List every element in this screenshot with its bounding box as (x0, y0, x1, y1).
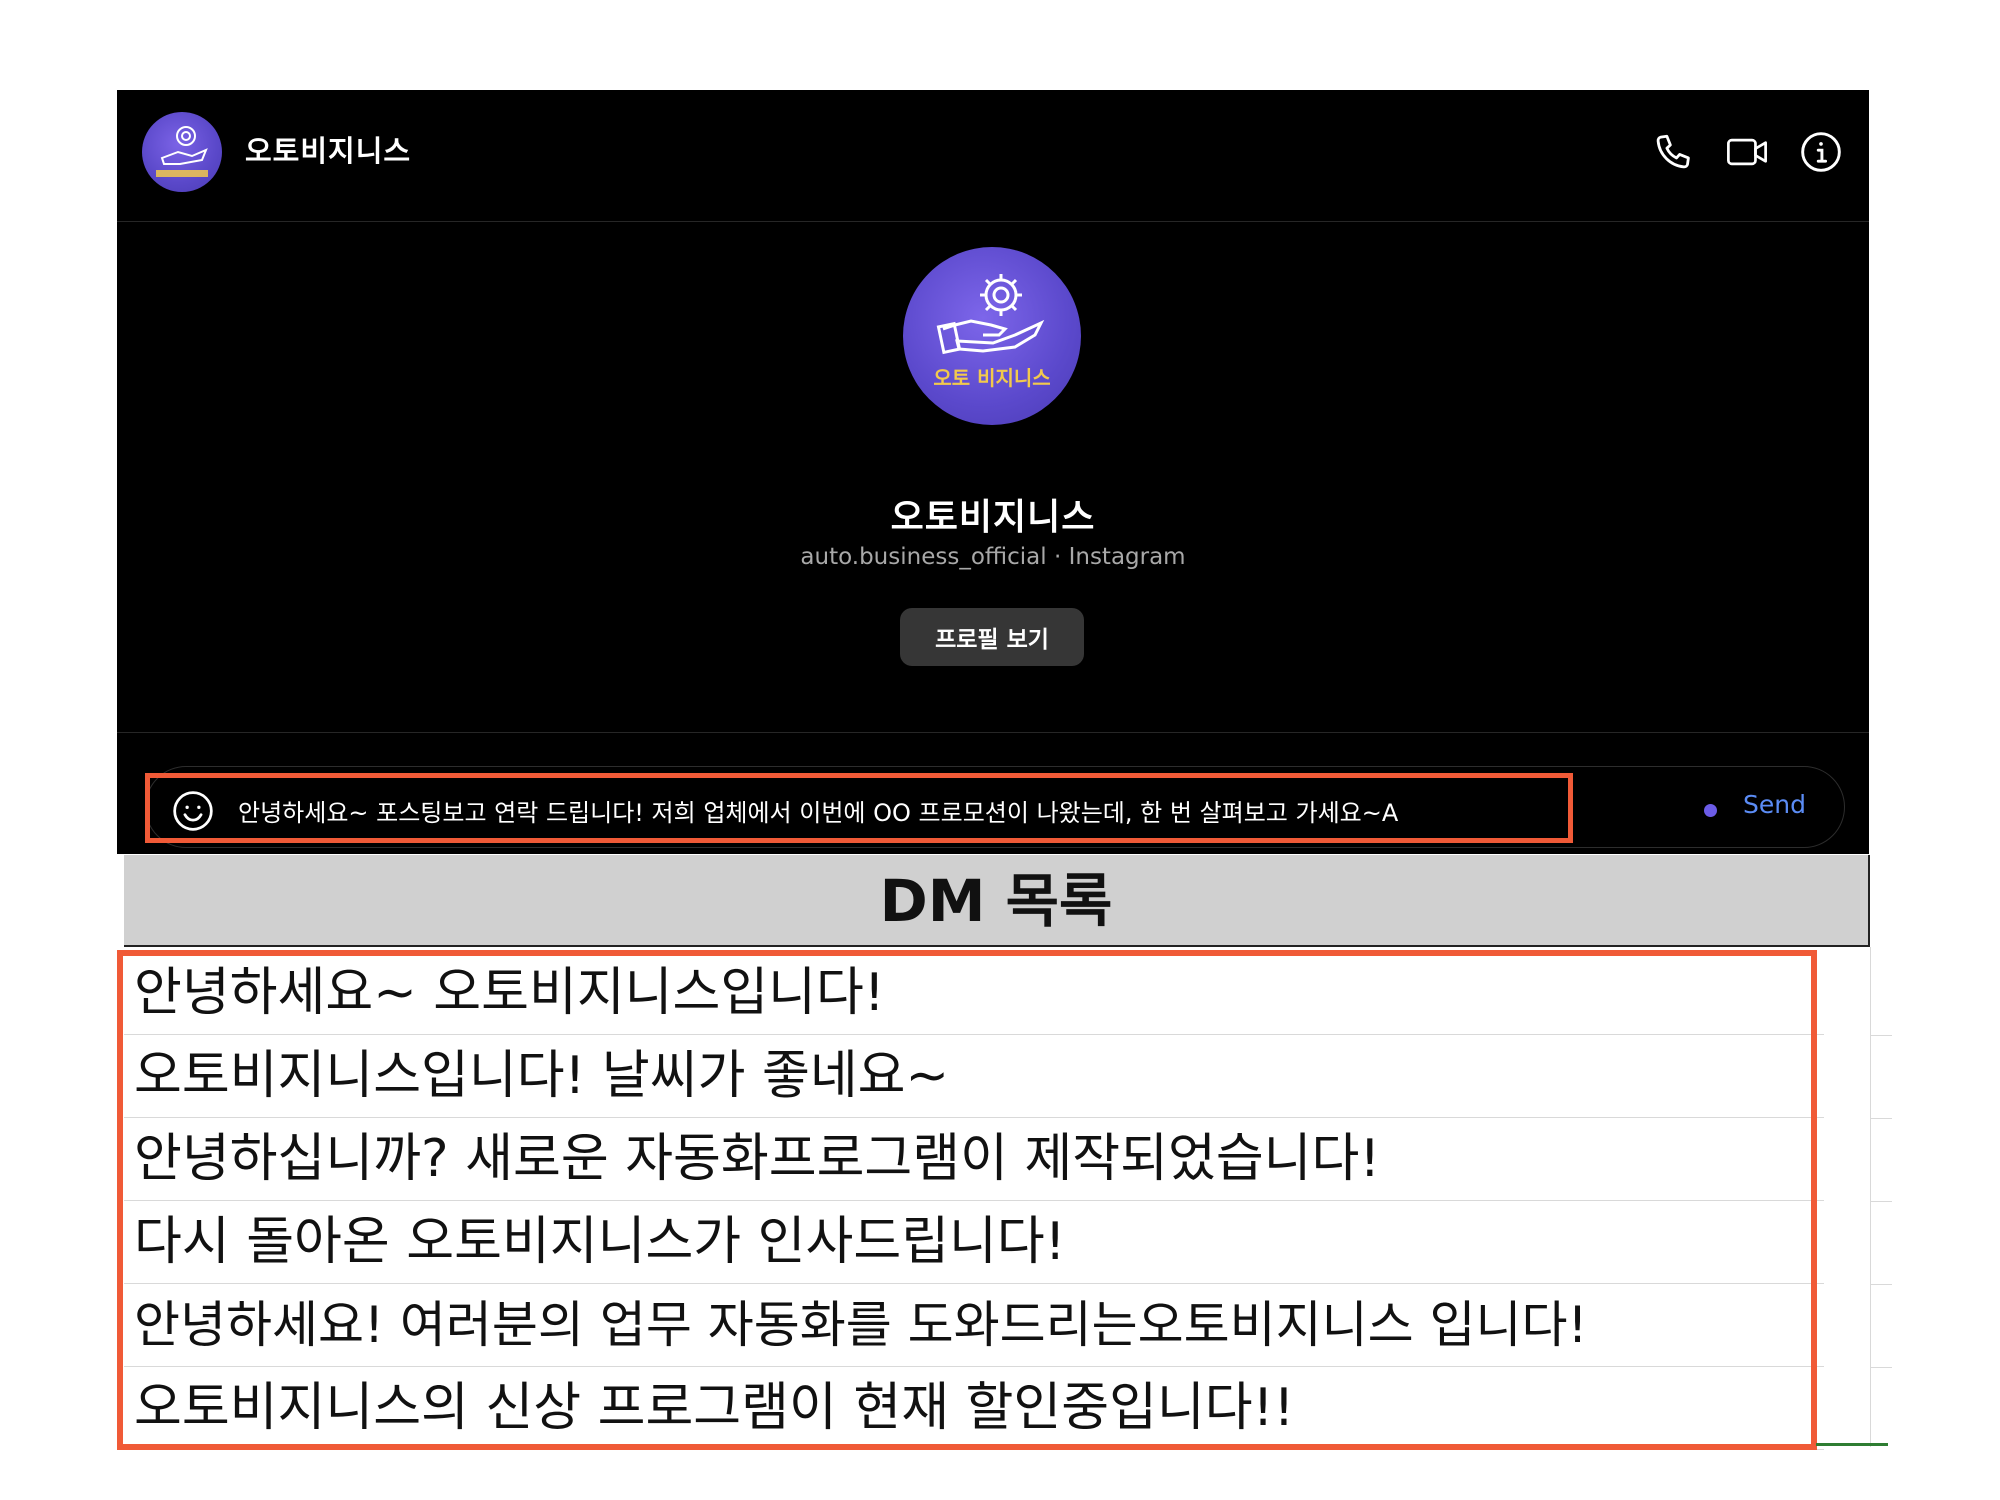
dm-list-item[interactable]: 오토비지니스의 신상 프로그램이 현재 할인중입니다!! (124, 1367, 1824, 1450)
info-icon[interactable] (1799, 130, 1843, 174)
grid-line (1870, 947, 1871, 1447)
grid-line (1870, 1035, 1892, 1036)
cell-selection-indicator (1816, 1443, 1888, 1446)
dm-list: 안녕하세요~ 오토비지니스입니다! 오토비지니스입니다! 날씨가 좋네요~ 안녕… (124, 952, 1824, 1450)
chat-window: 오토비지니스 오토 비지니스 오토비지니스 auto.business_offi… (117, 90, 1869, 854)
dm-list-title: DM 목록 (124, 855, 1870, 947)
profile-avatar[interactable]: 오토 비지니스 (903, 247, 1081, 425)
header-icons (1651, 130, 1843, 174)
grid-line (1870, 1284, 1892, 1285)
emoji-icon[interactable] (171, 789, 215, 833)
status-dot (1704, 804, 1717, 817)
dm-list-item[interactable]: 안녕하세요! 여러분의 업무 자동화를 도와드리는오토비지니스 입니다! (124, 1284, 1824, 1367)
grid-line (1870, 1118, 1892, 1119)
chat-header: 오토비지니스 (117, 90, 1869, 222)
profile-name: 오토비지니스 (890, 497, 1096, 538)
grid-line (1870, 1201, 1892, 1202)
view-profile-button[interactable]: 프로필 보기 (900, 608, 1084, 666)
profile-subtitle: auto.business_official · Instagram (800, 544, 1186, 570)
grid-line (1870, 1367, 1892, 1368)
send-button[interactable]: Send (1743, 790, 1806, 819)
dm-list-item[interactable]: 안녕하세요~ 오토비지니스입니다! (124, 952, 1824, 1035)
dm-list-item[interactable]: 안녕하십니까? 새로운 자동화프로그램이 제작되었습니다! (124, 1118, 1824, 1201)
logo-text: 오토 비지니스 (933, 366, 1050, 390)
header-title: 오토비지니스 (245, 134, 412, 168)
dm-list-item[interactable]: 다시 돌아온 오토비지니스가 인사드립니다! (124, 1201, 1824, 1284)
divider (117, 732, 1869, 733)
header-avatar[interactable] (142, 112, 222, 192)
logo-icon: 오토 비지니스 (933, 274, 1051, 390)
video-icon[interactable] (1725, 130, 1769, 174)
dm-list-sheet: DM 목록 안녕하세요~ 오토비지니스입니다! 오토비지니스입니다! 날씨가 좋… (117, 855, 1892, 1455)
message-input[interactable]: 안녕하세요~ 포스팅보고 연락 드립니다! 저희 업체에서 이번에 OO 프로모… (238, 793, 1398, 828)
logo-icon (156, 126, 208, 177)
phone-icon[interactable] (1651, 130, 1695, 174)
dm-list-item[interactable]: 오토비지니스입니다! 날씨가 좋네요~ (124, 1035, 1824, 1118)
